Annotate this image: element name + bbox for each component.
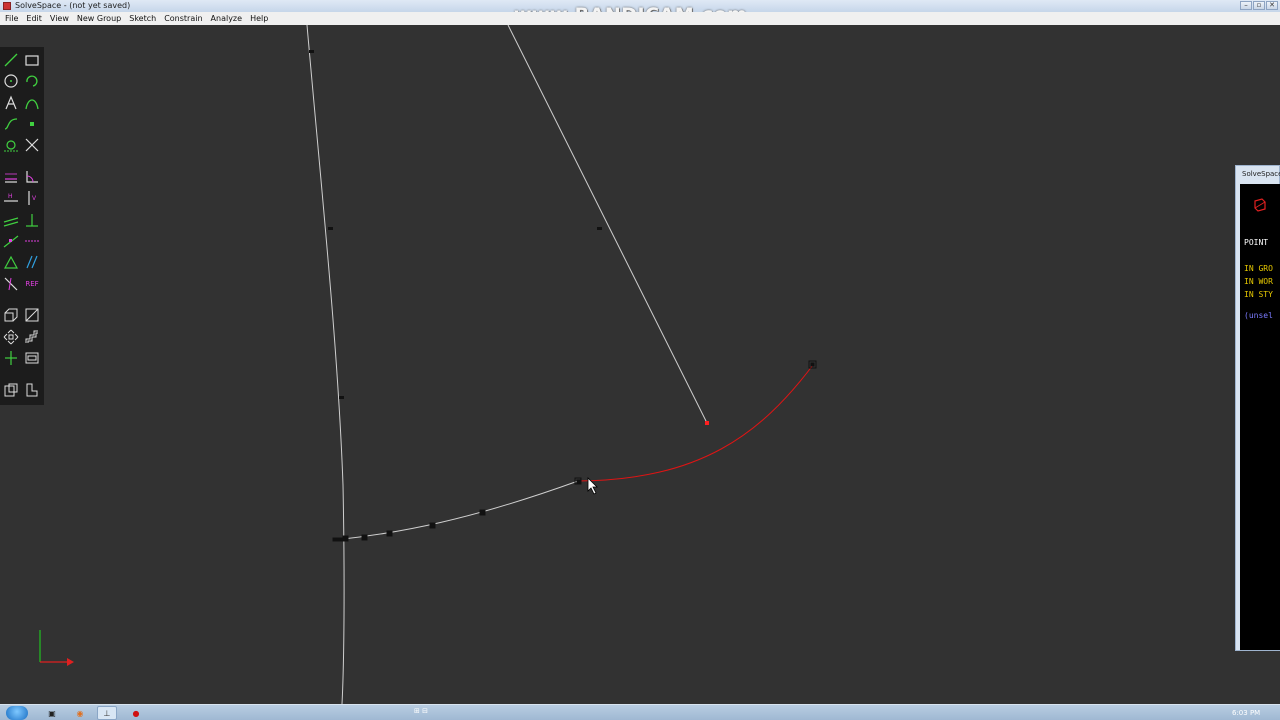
property-browser-window[interactable]: SolveSpace POINT IN GRO IN WOR IN STY (u… — [1235, 165, 1280, 651]
window-controls: – ▫ ✕ — [1240, 1, 1278, 11]
point-on-icon[interactable] — [2, 232, 20, 250]
extrude-icon[interactable] — [2, 306, 20, 324]
sketch-canvas[interactable] — [0, 24, 1280, 705]
point-marker[interactable] — [309, 50, 314, 53]
sketch-line-diagonal[interactable] — [507, 24, 708, 424]
horizontal-icon[interactable]: H — [2, 189, 20, 207]
sketch-toolbar: H V REF — [0, 47, 44, 405]
sketch-spline-left[interactable] — [306, 24, 345, 705]
step-translate-icon[interactable] — [2, 328, 20, 346]
property-line-workplane[interactable]: IN WOR — [1244, 277, 1273, 286]
menu-new-group[interactable]: New Group — [77, 12, 121, 25]
distance-icon[interactable] — [2, 167, 20, 185]
sketch-svg[interactable] — [0, 24, 1280, 705]
equal-icon[interactable] — [2, 253, 20, 271]
menu-edit[interactable]: Edit — [26, 12, 42, 25]
point-marker[interactable] — [597, 227, 602, 230]
split-icon[interactable] — [23, 136, 41, 154]
lathe-icon[interactable] — [2, 349, 20, 367]
step-rotate-icon[interactable] — [23, 328, 41, 346]
property-line-style[interactable]: IN STY — [1244, 290, 1273, 299]
windows-taskbar: ▣ ◉ ⊥ ● ⊞ ⊟ 6:03 PM — [0, 704, 1280, 720]
other-angle-icon[interactable] — [23, 253, 41, 271]
ref-icon[interactable]: REF — [23, 275, 41, 293]
menu-analyze[interactable]: Analyze — [211, 12, 243, 25]
svg-text:V: V — [32, 195, 37, 202]
sketch-in-3d-icon[interactable] — [23, 381, 41, 399]
taskbar-app-solvespace-icon[interactable]: ⊥ — [97, 706, 117, 720]
assemble-icon[interactable] — [2, 381, 20, 399]
point-icon[interactable] — [23, 115, 41, 133]
menu-sketch[interactable]: Sketch — [129, 12, 156, 25]
solvespace-window: SolveSpace - (not yet saved) – ▫ ✕ www.B… — [0, 0, 1280, 720]
import-icon[interactable] — [23, 349, 41, 367]
parallel-icon[interactable] — [2, 211, 20, 229]
menu-help[interactable]: Help — [250, 12, 268, 25]
point-marker[interactable] — [339, 396, 344, 399]
vertical-icon[interactable]: V — [23, 189, 41, 207]
tangent-arc-icon[interactable] — [23, 94, 41, 112]
property-line-point: POINT — [1244, 238, 1269, 247]
menu-view[interactable]: View — [50, 12, 69, 25]
ref-label: REF — [25, 280, 39, 288]
rectangle-icon[interactable] — [23, 51, 41, 69]
arc-icon[interactable] — [23, 72, 41, 90]
app-icon — [3, 2, 11, 10]
sketch-curve-lower[interactable] — [334, 480, 579, 541]
circle-icon[interactable] — [2, 72, 20, 90]
property-browser-body[interactable]: POINT IN GRO IN WOR IN STY (unsel — [1240, 184, 1280, 650]
construction-icon[interactable] — [2, 136, 20, 154]
perpendicular-icon[interactable] — [23, 211, 41, 229]
selected-point[interactable] — [705, 421, 709, 425]
start-button[interactable] — [6, 706, 28, 720]
taskbar-app-bandicam-icon[interactable]: ● — [126, 706, 146, 720]
occluded-face-icon[interactable] — [1253, 198, 1267, 212]
workplane-icon[interactable] — [23, 306, 41, 324]
taskbar-app-firefox-icon[interactable]: ◉ — [70, 706, 90, 720]
menu-bar: File Edit View New Group Sketch Constrai… — [0, 12, 1280, 25]
window-title: SolveSpace - (not yet saved) — [15, 1, 131, 10]
taskbar-clock[interactable]: 6:03 PM — [1232, 707, 1260, 719]
menu-constrain[interactable]: Constrain — [164, 12, 202, 25]
taskbar-app-media-icon[interactable]: ▣ — [42, 706, 62, 720]
menu-file[interactable]: File — [5, 12, 18, 25]
property-line-group[interactable]: IN GRO — [1244, 264, 1273, 273]
symmetric-icon[interactable] — [23, 232, 41, 250]
bezier-icon[interactable] — [2, 115, 20, 133]
selected-curve[interactable] — [577, 364, 814, 482]
maximize-button[interactable]: ▫ — [1253, 1, 1265, 10]
curve-points[interactable] — [332, 360, 817, 542]
angle-icon[interactable] — [23, 167, 41, 185]
taskbar-tray-icons[interactable]: ⊞ ⊟ — [414, 707, 428, 715]
close-button[interactable]: ✕ — [1266, 1, 1278, 10]
text-icon[interactable] — [2, 94, 20, 112]
svg-text:H: H — [8, 193, 13, 200]
property-line-unselect[interactable]: (unsel — [1244, 311, 1273, 320]
axis-x-arrow — [67, 658, 74, 666]
nearest-ortho-icon[interactable] — [2, 275, 20, 293]
minimize-button[interactable]: – — [1240, 1, 1252, 10]
line-icon[interactable] — [2, 51, 20, 69]
property-browser-title: SolveSpace — [1242, 170, 1280, 178]
point-marker[interactable] — [328, 227, 333, 230]
